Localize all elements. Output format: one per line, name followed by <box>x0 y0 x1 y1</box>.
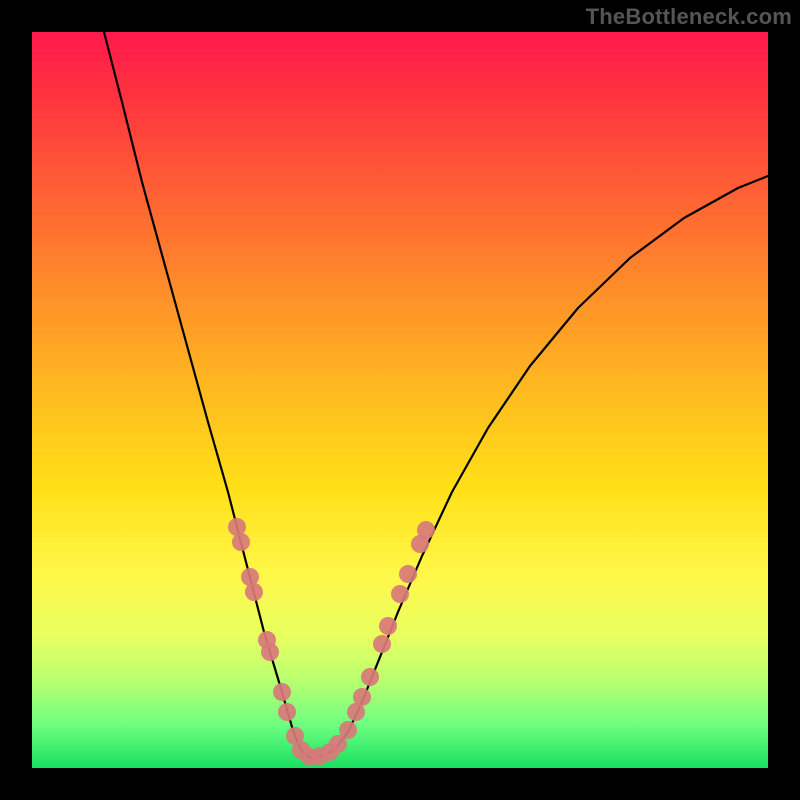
data-marker <box>273 683 291 701</box>
bottleneck-curve <box>32 32 768 768</box>
data-marker <box>391 585 409 603</box>
data-marker <box>261 643 279 661</box>
data-marker <box>417 521 435 539</box>
chart-frame: TheBottleneck.com <box>0 0 800 800</box>
data-marker <box>339 721 357 739</box>
data-marker <box>373 635 391 653</box>
data-marker <box>379 617 397 635</box>
data-markers <box>228 518 435 766</box>
watermark-text: TheBottleneck.com <box>586 4 792 30</box>
data-marker <box>353 688 371 706</box>
data-marker <box>399 565 417 583</box>
plot-area <box>32 32 768 768</box>
data-marker <box>232 533 250 551</box>
curve-right-branch <box>312 176 768 758</box>
data-marker <box>278 703 296 721</box>
curve-left-branch <box>104 32 312 758</box>
data-marker <box>361 668 379 686</box>
data-marker <box>245 583 263 601</box>
